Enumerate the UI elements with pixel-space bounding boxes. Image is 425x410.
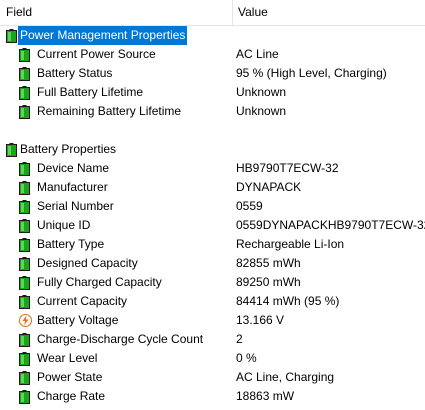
field-value: Unknown [236,85,287,99]
field-value: AC Line, Charging [236,370,335,384]
field-value: 82855 mWh [236,256,301,270]
field-value: DYNAPACK [236,180,302,194]
field-label: Power State [37,370,103,384]
field-value: 18863 mW [236,389,295,403]
battery-icon [19,371,30,385]
battery-icon [19,67,30,81]
battery-icon [6,143,17,157]
group-title: Power Management Properties [18,26,188,45]
battery-icon [19,105,30,119]
battery-icon [19,276,30,290]
battery-icon [19,390,30,404]
list-item[interactable]: Wear Level 0 % [0,349,425,368]
battery-icon [19,333,30,347]
field-value: 95 % (High Level, Charging) [236,66,387,80]
field-label: Manufacturer [37,180,108,194]
field-value: 0559 [236,199,263,213]
list-item[interactable]: Full Battery Lifetime Unknown [0,83,425,102]
list-item[interactable]: Manufacturer DYNAPACK [0,178,425,197]
field-label: Remaining Battery Lifetime [37,104,182,118]
list-item[interactable]: Current Power Source AC Line [0,45,425,64]
field-value: Unknown [236,104,287,118]
list-item[interactable]: Battery Voltage 13.166 V [0,311,425,330]
battery-icon [19,352,30,366]
list-item[interactable]: Device Name HB9790T7ECW-32 [0,159,425,178]
list-item[interactable]: Serial Number 0559 [0,197,425,216]
battery-icon [19,295,30,309]
list-item[interactable]: Fully Charged Capacity 89250 mWh [0,273,425,292]
field-column-header[interactable]: Field [0,0,232,25]
field-value: HB9790T7ECW-32 [236,161,339,175]
list-item[interactable]: Battery Type Rechargeable Li-Ion [0,235,425,254]
battery-icon [19,162,30,176]
list-item[interactable]: Power State AC Line, Charging [0,368,425,387]
voltage-icon [19,314,32,328]
list-item[interactable]: Charge Rate 18863 mW [0,387,425,406]
field-label: Serial Number [37,199,114,213]
field-label: Battery Status [37,66,113,80]
group-battery-properties[interactable]: Battery Properties [0,140,425,159]
value-column-header[interactable]: Value [232,0,425,25]
list-item[interactable]: Current Capacity 84414 mWh (95 %) [0,292,425,311]
list-item[interactable]: Battery Status 95 % (High Level, Chargin… [0,64,425,83]
field-value: Rechargeable Li-Ion [236,237,345,251]
battery-icon [6,29,17,43]
battery-icon [19,200,30,214]
field-value: AC Line [236,47,279,61]
field-value: 0 % [236,351,257,365]
battery-icon [19,86,30,100]
field-label: Wear Level [37,351,98,365]
field-label: Battery Voltage [37,313,119,327]
column-header: Field Value [0,0,425,26]
field-value: 89250 mWh [236,275,301,289]
field-label: Designed Capacity [37,256,138,270]
battery-icon [19,219,30,233]
field-label: Battery Type [37,237,105,251]
field-value: 2 [236,332,243,346]
field-label: Device Name [37,161,110,175]
field-label: Current Capacity [37,294,128,308]
battery-icon [19,181,30,195]
field-value: 13.166 V [236,313,285,327]
list-item[interactable]: Unique ID 0559DYNAPACKHB9790T7ECW-32 [0,216,425,235]
group-title: Battery Properties [20,142,117,156]
battery-icon [19,48,30,62]
field-value: 84414 mWh (95 %) [236,294,340,308]
field-label: Fully Charged Capacity [37,275,162,289]
battery-icon [19,257,30,271]
field-label: Charge Rate [37,389,106,403]
field-label: Charge-Discharge Cycle Count [37,332,204,346]
field-label: Unique ID [37,218,91,232]
battery-icon [19,238,30,252]
group-power-management[interactable]: Power Management Properties [0,26,425,45]
field-label: Full Battery Lifetime [37,85,144,99]
list-item[interactable]: Remaining Battery Lifetime Unknown [0,102,425,121]
field-label: Current Power Source [37,47,156,61]
list-item[interactable]: Designed Capacity 82855 mWh [0,254,425,273]
list-item[interactable]: Charge-Discharge Cycle Count 2 [0,330,425,349]
field-value: 0559DYNAPACKHB9790T7ECW-32 [236,218,425,232]
